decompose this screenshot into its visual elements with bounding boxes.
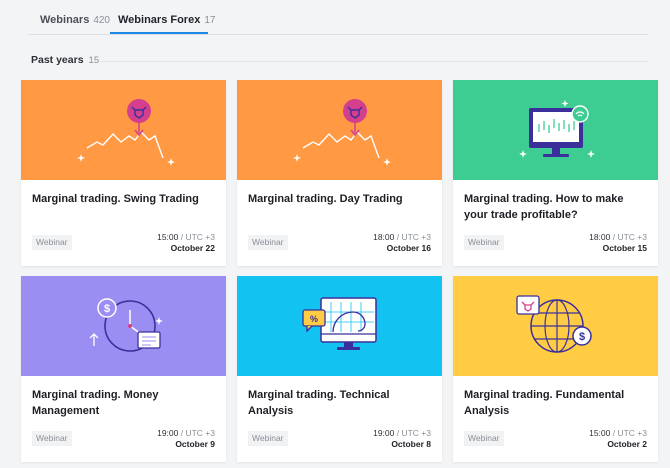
time-zone: / UTC +3 — [612, 232, 647, 242]
time-zone: / UTC +3 — [396, 428, 431, 438]
card-date: October 8 — [391, 439, 431, 449]
bull-chart-icon — [77, 99, 175, 166]
card-title: Marginal trading. How to make your trade… — [464, 193, 624, 221]
card-date: October 15 — [602, 243, 647, 253]
tab-webinars[interactable]: Webinars 420 — [40, 14, 110, 26]
money-clock-icon: $ — [89, 298, 163, 352]
card-banner — [453, 80, 658, 180]
svg-text:$: $ — [104, 303, 110, 315]
webinar-card[interactable]: $ Marginal trading. Fundamental Analysis… — [453, 276, 658, 462]
webinar-card[interactable]: Marginal trading. Swing Trading Webinar … — [21, 80, 226, 266]
card-banner: $ — [21, 276, 226, 376]
card-banner: % — [237, 276, 442, 376]
card-time: 15:00 / UTC +3 — [157, 232, 215, 242]
card-title: Marginal trading. Day Trading — [248, 193, 403, 205]
card-banner: $ — [453, 276, 658, 376]
time-zone: / UTC +3 — [180, 428, 215, 438]
card-date: October 2 — [607, 439, 647, 449]
tab-label: Webinars — [40, 14, 90, 26]
time-zone: / UTC +3 — [612, 428, 647, 438]
active-tab-indicator — [110, 32, 208, 34]
section-title: Past years — [31, 54, 84, 66]
time-value: 15:00 — [589, 428, 611, 438]
card-tag: Webinar — [32, 431, 72, 446]
webinar-card[interactable]: Marginal trading. Day Trading Webinar 18… — [237, 80, 442, 266]
globe-dollar-icon: $ — [516, 295, 592, 353]
card-tag: Webinar — [464, 235, 504, 250]
time-value: 18:00 — [589, 232, 611, 242]
tab-count: 420 — [93, 15, 110, 26]
webinar-card[interactable]: Marginal trading. How to make your trade… — [453, 80, 658, 266]
time-value: 19:00 — [157, 428, 179, 438]
card-title: Marginal trading. Swing Trading — [32, 193, 199, 205]
time-value: 18:00 — [373, 232, 395, 242]
time-value: 19:00 — [373, 428, 395, 438]
card-time: 19:00 / UTC +3 — [157, 428, 215, 438]
bull-chart-icon — [293, 99, 391, 166]
card-date: October 9 — [175, 439, 215, 449]
webinar-card[interactable]: % Marginal trading. Technical Analysis W… — [237, 276, 442, 462]
card-tag: Webinar — [32, 235, 72, 250]
card-date: October 16 — [386, 243, 431, 253]
card-time: 15:00 / UTC +3 — [589, 428, 647, 438]
card-title: Marginal trading. Technical Analysis — [248, 389, 390, 417]
card-title: Marginal trading. Money Management — [32, 389, 159, 417]
card-time: 18:00 / UTC +3 — [373, 232, 431, 242]
card-title: Marginal trading. Fundamental Analysis — [464, 389, 625, 417]
card-banner — [21, 80, 226, 180]
card-date: October 22 — [170, 243, 215, 253]
card-tag: Webinar — [248, 431, 288, 446]
time-zone: / UTC +3 — [396, 232, 431, 242]
card-time: 19:00 / UTC +3 — [373, 428, 431, 438]
tab-count: 17 — [204, 15, 216, 26]
tab-label: Webinars Forex — [118, 14, 201, 26]
tab-bar: Webinars 420 Webinars Forex 17 — [28, 0, 648, 35]
monitor-chart-icon — [519, 100, 595, 158]
time-zone: / UTC +3 — [180, 232, 215, 242]
webinar-card[interactable]: $ Marginal trading. Money Management Web… — [21, 276, 226, 462]
time-value: 15:00 — [157, 232, 179, 242]
svg-text:$: $ — [579, 331, 585, 343]
section-count: 15 — [88, 55, 100, 66]
monitor-spiral-icon: % — [302, 297, 377, 350]
svg-text:%: % — [310, 314, 318, 324]
section-heading: Past years 15 — [31, 54, 99, 66]
card-banner — [237, 80, 442, 180]
card-time: 18:00 / UTC +3 — [589, 232, 647, 242]
card-tag: Webinar — [464, 431, 504, 446]
card-tag: Webinar — [248, 235, 288, 250]
section-divider — [100, 61, 648, 62]
tab-webinars-forex[interactable]: Webinars Forex 17 — [118, 14, 215, 26]
